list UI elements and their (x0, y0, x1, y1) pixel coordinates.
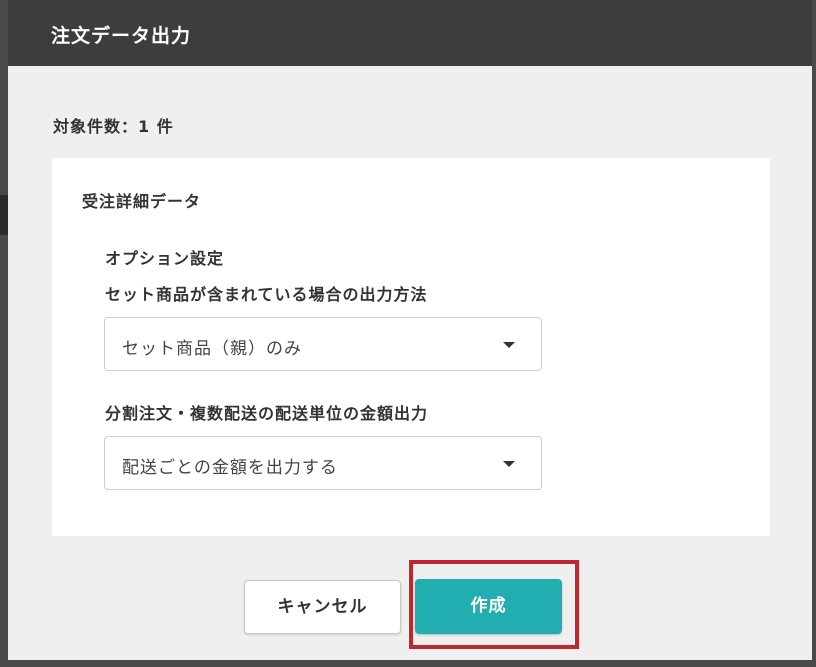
background-overlay-strip (0, 195, 8, 235)
split-shipping-amount-select[interactable]: 配送ごとの金額を出力する (104, 436, 542, 490)
set-product-output-label: セット商品が含まれている場合の出力方法 (105, 285, 428, 304)
chevron-down-icon (503, 461, 515, 467)
create-button[interactable]: 作成 (415, 579, 562, 634)
split-shipping-amount-label: 分割注文・複数配送の配送単位の金額出力 (105, 404, 429, 423)
set-product-output-value: セット商品（親）のみ (122, 339, 302, 359)
dialog-title: 注文データ出力 (51, 25, 192, 47)
options-panel: 受注詳細データ オプション設定 セット商品が含まれている場合の出力方法 セット商… (52, 158, 770, 536)
set-product-output-select[interactable]: セット商品（親）のみ (104, 317, 542, 371)
order-export-dialog: 注文データ出力 対象件数：1 件 受注詳細データ オプション設定 セット商品が含… (8, 0, 812, 660)
options-heading: オプション設定 (105, 249, 225, 268)
split-shipping-amount-value: 配送ごとの金額を出力する (122, 458, 338, 478)
dialog-header: 注文データ出力 (8, 0, 812, 66)
chevron-down-icon (503, 342, 515, 348)
panel-title: 受注詳細データ (82, 192, 202, 211)
target-count-text: 対象件数：1 件 (53, 117, 174, 136)
cancel-button[interactable]: キャンセル (244, 580, 401, 634)
